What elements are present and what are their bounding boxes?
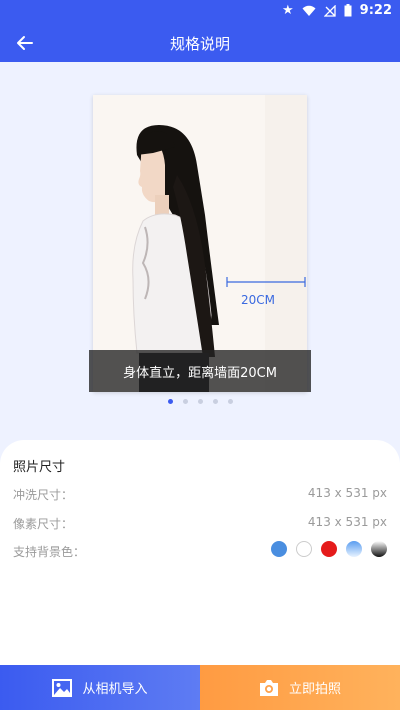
example-photo-carousel[interactable]: 20CM 身体直立，距离墙面20CM bbox=[0, 62, 400, 422]
import-from-camera-button[interactable]: 从相机导入 bbox=[0, 665, 200, 710]
swatch-black-gradient[interactable] bbox=[371, 541, 387, 557]
page-dot[interactable] bbox=[197, 399, 203, 404]
app-bar: 规格说明 bbox=[0, 24, 400, 62]
page-title: 规格说明 bbox=[169, 35, 230, 53]
color-swatches bbox=[271, 541, 387, 557]
distance-indicator bbox=[226, 277, 306, 287]
swatch-white[interactable] bbox=[296, 541, 312, 557]
page-dot[interactable] bbox=[182, 399, 188, 404]
pixel-size-row: 像素尺寸： 413 x 531 px bbox=[13, 513, 387, 533]
print-size-value: 413 x 531 px bbox=[307, 486, 387, 500]
background-color-row: 支持背景色： bbox=[13, 541, 387, 561]
battery-icon bbox=[344, 4, 352, 17]
image-icon bbox=[52, 678, 73, 697]
no-signal-icon bbox=[323, 4, 336, 17]
status-bar: ★ 9:22 bbox=[0, 0, 400, 24]
distance-label: 20CM bbox=[241, 293, 276, 307]
wifi-icon bbox=[302, 5, 316, 16]
swatch-light-blue-gradient[interactable] bbox=[346, 541, 362, 557]
print-size-label: 冲洗尺寸： bbox=[13, 488, 74, 502]
pixel-size-value: 413 x 531 px bbox=[307, 515, 387, 529]
page-dot[interactable] bbox=[227, 399, 233, 404]
photo-caption: 身体直立，距离墙面20CM bbox=[89, 350, 311, 392]
import-label: 从相机导入 bbox=[82, 682, 148, 697]
page-dot[interactable] bbox=[167, 399, 173, 404]
example-photo: 20CM bbox=[93, 95, 307, 392]
page-dot[interactable] bbox=[212, 399, 218, 404]
swatch-red[interactable] bbox=[321, 541, 337, 557]
status-icons: ★ 9:22 bbox=[282, 3, 392, 18]
star-icon: ★ bbox=[282, 3, 294, 18]
take-photo-button[interactable]: 立即拍照 bbox=[200, 665, 400, 710]
spec-card: 照片尺寸 冲洗尺寸： 413 x 531 px 像素尺寸： 413 x 531 … bbox=[0, 440, 400, 665]
camera-icon bbox=[259, 679, 278, 696]
page-indicator bbox=[0, 399, 400, 404]
bottom-action-bar: 从相机导入 立即拍照 bbox=[0, 665, 400, 710]
print-size-row: 冲洗尺寸： 413 x 531 px bbox=[13, 484, 387, 504]
swatch-blue[interactable] bbox=[271, 541, 287, 557]
spec-title: 照片尺寸 bbox=[13, 460, 66, 475]
status-time: 9:22 bbox=[359, 3, 392, 18]
pixel-size-label: 像素尺寸： bbox=[13, 517, 74, 531]
shoot-label: 立即拍照 bbox=[288, 682, 341, 697]
background-color-label: 支持背景色： bbox=[13, 545, 86, 559]
